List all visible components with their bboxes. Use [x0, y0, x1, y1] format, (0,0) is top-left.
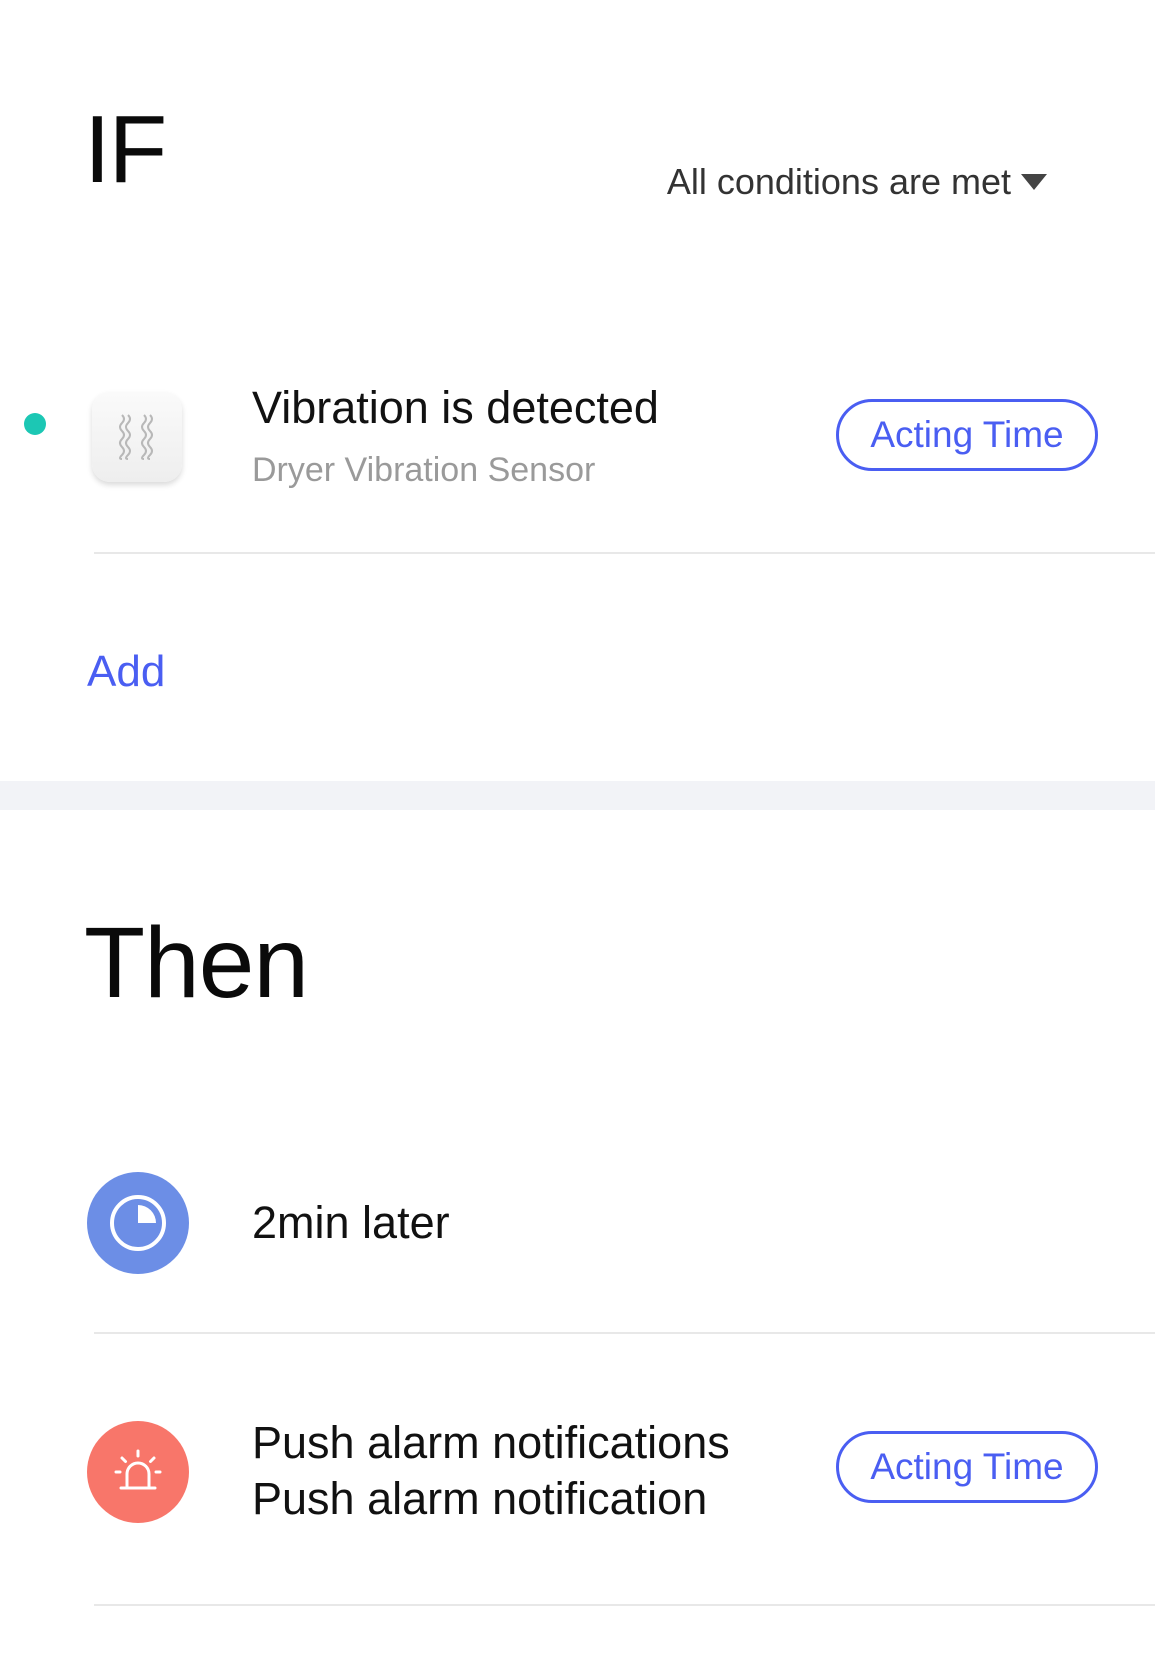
if-section-title: IF: [84, 96, 167, 203]
condition-title[interactable]: Vibration is detected: [252, 381, 659, 435]
condition-device-name: Dryer Vibration Sensor: [252, 451, 596, 489]
automation-page: IF All conditions are met Vibration is d…: [0, 0, 1155, 1657]
divider: [94, 552, 1155, 554]
delay-action-text[interactable]: 2min later: [252, 1195, 450, 1251]
then-section-title: Then: [84, 907, 309, 1019]
caret-down-icon: [1021, 174, 1047, 190]
push-alarm-action-title[interactable]: Push alarm notifications: [252, 1415, 730, 1471]
condition-status-dot: [24, 413, 46, 435]
push-alarm-action-subtitle: Push alarm notification: [252, 1473, 708, 1524]
condition-acting-time-button[interactable]: Acting Time: [836, 399, 1098, 471]
condition-mode-label: All conditions are met: [666, 161, 1011, 202]
timer-icon: [87, 1172, 189, 1274]
section-separator: [0, 781, 1155, 810]
alarm-light-icon: [87, 1421, 189, 1523]
condition-mode-dropdown[interactable]: All conditions are met: [667, 160, 1047, 204]
vibration-sensor-icon: [92, 392, 182, 482]
add-condition-button[interactable]: Add: [87, 645, 165, 699]
divider: [94, 1332, 1155, 1334]
divider: [94, 1604, 1155, 1606]
action-acting-time-button[interactable]: Acting Time: [836, 1431, 1098, 1503]
